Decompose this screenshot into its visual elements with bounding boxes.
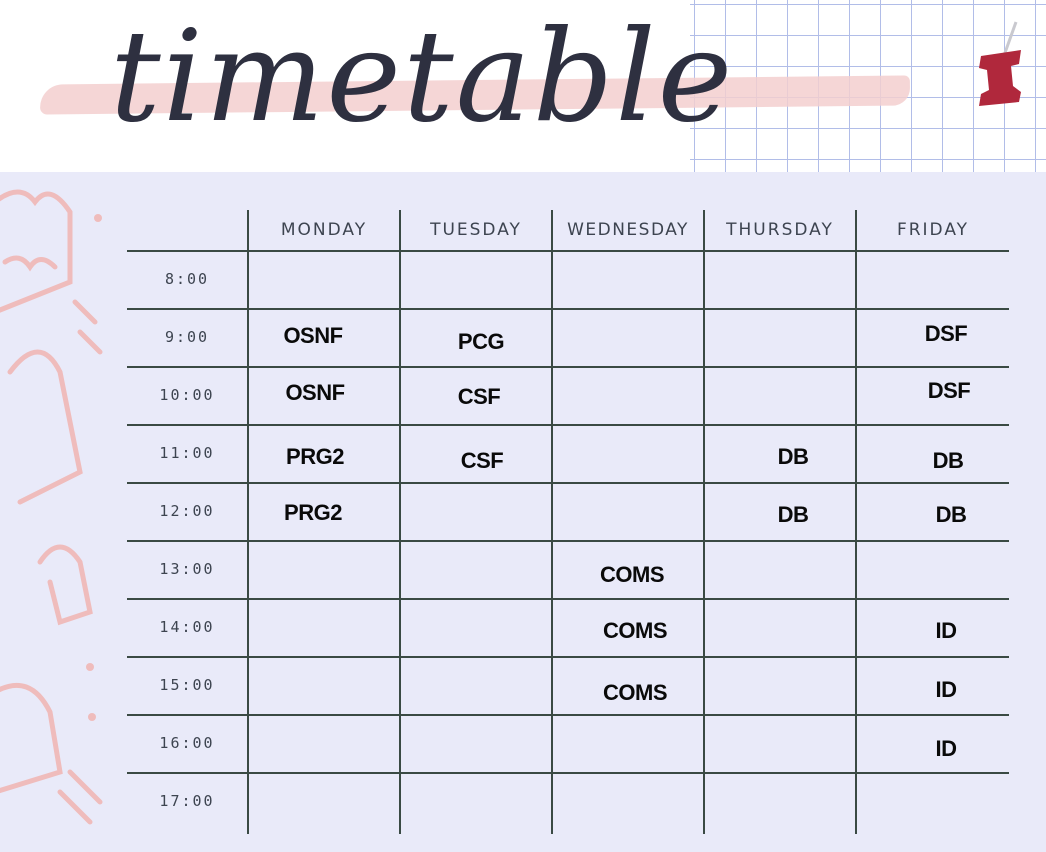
time-label: 13:00 bbox=[159, 560, 215, 578]
grid-line bbox=[127, 598, 1009, 600]
push-pin-icon bbox=[979, 21, 1021, 106]
grid-line bbox=[127, 308, 1009, 310]
page-title: timetable bbox=[110, 3, 735, 150]
class-entry: DB bbox=[932, 448, 964, 473]
time-label: 14:00 bbox=[159, 618, 215, 636]
class-entry: CSF bbox=[457, 384, 501, 409]
grid-line bbox=[127, 772, 1009, 774]
time-label: 16:00 bbox=[159, 734, 215, 752]
time-label: 9:00 bbox=[164, 328, 210, 346]
day-header-monday: MONDAY bbox=[280, 220, 368, 240]
grid-line bbox=[703, 210, 705, 834]
cactus-doodle bbox=[0, 189, 103, 825]
class-entry: OSNF bbox=[283, 323, 343, 348]
grid-line bbox=[855, 210, 857, 834]
day-header-friday: FRIDAY bbox=[896, 220, 970, 240]
class-entry: DSF bbox=[924, 321, 968, 346]
class-entry: COMS bbox=[603, 618, 668, 643]
class-entry: COMS bbox=[600, 562, 665, 587]
timetable-grid: MONDAY TUESDAY WEDNESDAY THURSDAY FRIDAY… bbox=[127, 210, 1009, 834]
grid-line bbox=[127, 656, 1009, 658]
timetable-board: MONDAY TUESDAY WEDNESDAY THURSDAY FRIDAY… bbox=[0, 172, 1046, 852]
class-entry: COMS bbox=[603, 680, 668, 705]
grid-line bbox=[247, 210, 249, 834]
time-label: 11:00 bbox=[159, 444, 215, 462]
class-entry: PRG2 bbox=[284, 500, 342, 525]
time-label: 17:00 bbox=[159, 792, 215, 810]
class-entry: OSNF bbox=[285, 380, 345, 405]
grid-line bbox=[127, 250, 1009, 252]
class-entry: CSF bbox=[460, 448, 504, 473]
time-label: 8:00 bbox=[164, 270, 210, 288]
time-label: 15:00 bbox=[159, 676, 215, 694]
day-header-tuesday: TUESDAY bbox=[430, 220, 522, 240]
time-label: 10:00 bbox=[159, 386, 215, 404]
grid-line bbox=[127, 714, 1009, 716]
class-entry: PCG bbox=[457, 329, 505, 354]
grid-line bbox=[399, 210, 401, 834]
class-entry: DSF bbox=[927, 378, 971, 403]
class-entry: ID bbox=[935, 677, 958, 702]
time-label: 12:00 bbox=[159, 502, 215, 520]
class-entry: DB bbox=[777, 502, 809, 527]
grid-line bbox=[127, 540, 1009, 542]
header: timetable bbox=[0, 0, 1046, 172]
grid-line bbox=[127, 482, 1009, 484]
day-header-thursday: THURSDAY bbox=[726, 220, 834, 240]
grid-line bbox=[127, 424, 1009, 426]
class-entry: ID bbox=[935, 618, 958, 643]
day-header-wednesday: WEDNESDAY bbox=[567, 220, 689, 240]
grid-line bbox=[127, 366, 1009, 368]
class-entry: DB bbox=[935, 502, 967, 527]
grid-line bbox=[551, 210, 553, 834]
class-entry: DB bbox=[777, 444, 809, 469]
class-entry: PRG2 bbox=[286, 444, 344, 469]
class-entry: ID bbox=[935, 736, 958, 761]
